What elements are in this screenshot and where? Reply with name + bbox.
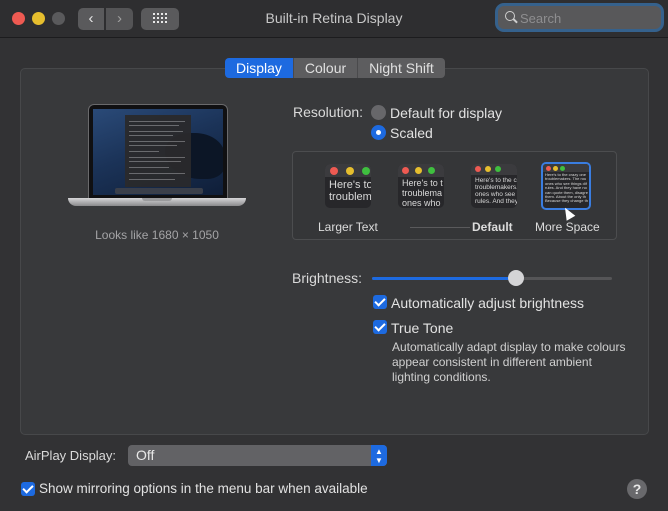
scale-divider bbox=[410, 227, 470, 228]
default-for-display-label[interactable]: Default for display bbox=[390, 105, 502, 121]
airplay-display-select[interactable]: Off ▲ ▼ bbox=[128, 445, 387, 466]
scale-label-more-space: More Space bbox=[535, 220, 600, 234]
scale-option-larger-text[interactable]: Here's to troublem bbox=[325, 164, 371, 208]
scale-option-default[interactable]: Here's to the c troublemakers. ones who … bbox=[471, 164, 517, 208]
auto-brightness-label[interactable]: Automatically adjust brightness bbox=[391, 295, 584, 311]
true-tone-checkbox[interactable] bbox=[373, 320, 387, 334]
mirroring-options-checkbox[interactable] bbox=[21, 482, 35, 496]
search-field[interactable] bbox=[498, 6, 661, 29]
scale-label-larger-text: Larger Text bbox=[318, 220, 378, 234]
tab-bar: Display Colour Night Shift bbox=[225, 58, 445, 78]
tab-colour[interactable]: Colour bbox=[292, 58, 358, 78]
looks-like-resolution: Looks like 1680 × 1050 bbox=[95, 228, 219, 242]
laptop-preview-image bbox=[68, 104, 246, 210]
search-icon bbox=[505, 11, 515, 21]
brightness-slider[interactable] bbox=[372, 270, 612, 286]
chevron-up-down-icon: ▲ ▼ bbox=[371, 445, 387, 466]
auto-brightness-checkbox[interactable] bbox=[373, 295, 387, 309]
true-tone-description: Automatically adapt display to make colo… bbox=[392, 340, 626, 384]
mirroring-options-label[interactable]: Show mirroring options in the menu bar w… bbox=[39, 481, 368, 496]
airplay-display-value: Off bbox=[136, 447, 155, 463]
brightness-slider-fill bbox=[372, 277, 516, 280]
radio-default-for-display[interactable] bbox=[371, 105, 386, 120]
brightness-slider-knob[interactable] bbox=[508, 270, 524, 286]
radio-scaled[interactable] bbox=[371, 125, 386, 140]
help-button[interactable]: ? bbox=[627, 479, 647, 499]
resolution-label: Resolution: bbox=[293, 104, 364, 120]
question-mark-icon: ? bbox=[632, 481, 642, 497]
search-input[interactable] bbox=[518, 8, 660, 28]
brightness-label: Brightness: bbox=[292, 270, 363, 286]
tab-display[interactable]: Display bbox=[225, 58, 293, 78]
system-preferences-window: ‹ › Built-in Retina Display Display Colo… bbox=[0, 0, 668, 511]
scale-label-default: Default bbox=[472, 220, 513, 234]
true-tone-label[interactable]: True Tone bbox=[391, 320, 453, 336]
scaled-label[interactable]: Scaled bbox=[390, 125, 433, 141]
airplay-display-label: AirPlay Display: bbox=[25, 448, 117, 463]
title-bar: ‹ › Built-in Retina Display bbox=[0, 0, 668, 38]
scale-option-2[interactable]: Here's to t troublema ones who bbox=[398, 164, 444, 208]
scale-option-more-space[interactable]: Here's to the crazy one troublemakers. T… bbox=[541, 162, 591, 210]
tab-night-shift[interactable]: Night Shift bbox=[357, 58, 445, 78]
